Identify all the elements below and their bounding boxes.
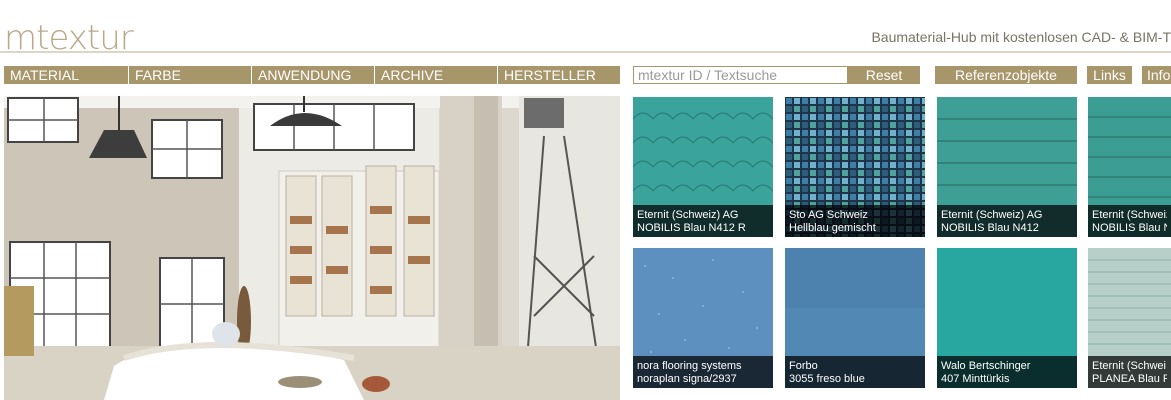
- tile-product: PLANEA Blau F: [1092, 373, 1167, 385]
- header-divider: [0, 51, 1171, 53]
- material-tile[interactable]: Sto AG Schweiz Hellblau gemischt: [785, 97, 925, 237]
- tile-product: NOBILIS Blau N: [1092, 222, 1167, 234]
- tile-caption: Sto AG Schweiz Hellblau gemischt: [785, 205, 925, 237]
- material-tile[interactable]: Eternit (Schwei PLANEA Blau F: [1088, 248, 1171, 388]
- hero-illustration: [4, 96, 620, 400]
- nav-anwendung[interactable]: ANWENDUNG: [252, 66, 374, 84]
- nav-hersteller[interactable]: HERSTELLER: [498, 66, 620, 84]
- tile-caption: Eternit (Schwei PLANEA Blau F: [1088, 356, 1171, 388]
- tile-caption: Eternit (Schweiz NOBILIS Blau N: [1088, 205, 1171, 237]
- nav-archive[interactable]: ARCHIVE: [375, 66, 497, 84]
- tile-manufacturer: Walo Bertschinger: [941, 360, 1031, 372]
- tile-manufacturer: Sto AG Schweiz: [789, 209, 868, 221]
- tile-caption: Forbo 3055 freso blue: [785, 356, 925, 388]
- tile-product: NOBILIS Blau N412 R: [637, 222, 746, 234]
- material-tile[interactable]: Forbo 3055 freso blue: [785, 248, 925, 388]
- info-button[interactable]: Info: [1142, 66, 1171, 84]
- referenzobjekte-button[interactable]: Referenzobjekte: [935, 66, 1077, 84]
- material-tile[interactable]: Eternit (Schweiz NOBILIS Blau N: [1088, 97, 1171, 237]
- tile-manufacturer: nora flooring systems: [637, 360, 742, 372]
- nav-farbe[interactable]: FARBE: [129, 66, 251, 84]
- site-tagline: Baumaterial-Hub mit kostenlosen CAD- & B…: [871, 29, 1171, 45]
- tile-manufacturer: Eternit (Schweiz: [1092, 209, 1167, 221]
- tile-product: noraplan signa/2937: [637, 373, 737, 385]
- tile-caption: nora flooring systems noraplan signa/293…: [633, 356, 773, 388]
- tile-caption: Walo Bertschinger 407 Minttürkis: [937, 356, 1077, 388]
- tile-product: 3055 freso blue: [789, 373, 865, 385]
- material-tile[interactable]: Walo Bertschinger 407 Minttürkis: [937, 248, 1077, 388]
- tile-product: NOBILIS Blau N412: [941, 222, 1039, 234]
- tile-caption: Eternit (Schweiz) AG NOBILIS Blau N412 R: [633, 205, 773, 237]
- tile-manufacturer: Forbo: [789, 360, 818, 372]
- material-tile[interactable]: Eternit (Schweiz) AG NOBILIS Blau N412 R: [633, 97, 773, 237]
- hero-interior-image[interactable]: [4, 96, 620, 400]
- material-tile[interactable]: nora flooring systems noraplan signa/293…: [633, 248, 773, 388]
- tile-product: 407 Minttürkis: [941, 373, 1010, 385]
- tile-manufacturer: Eternit (Schwei: [1092, 360, 1166, 372]
- tile-product: Hellblau gemischt: [789, 222, 876, 234]
- nav-material[interactable]: MATERIAL: [4, 66, 128, 84]
- material-tile[interactable]: Eternit (Schweiz) AG NOBILIS Blau N412: [937, 97, 1077, 237]
- reset-button[interactable]: Reset: [848, 66, 920, 84]
- links-button[interactable]: Links: [1087, 66, 1132, 84]
- tile-caption: Eternit (Schweiz) AG NOBILIS Blau N412: [937, 205, 1077, 237]
- tile-manufacturer: Eternit (Schweiz) AG: [941, 209, 1043, 221]
- search-input[interactable]: [633, 66, 848, 84]
- tile-manufacturer: Eternit (Schweiz) AG: [637, 209, 739, 221]
